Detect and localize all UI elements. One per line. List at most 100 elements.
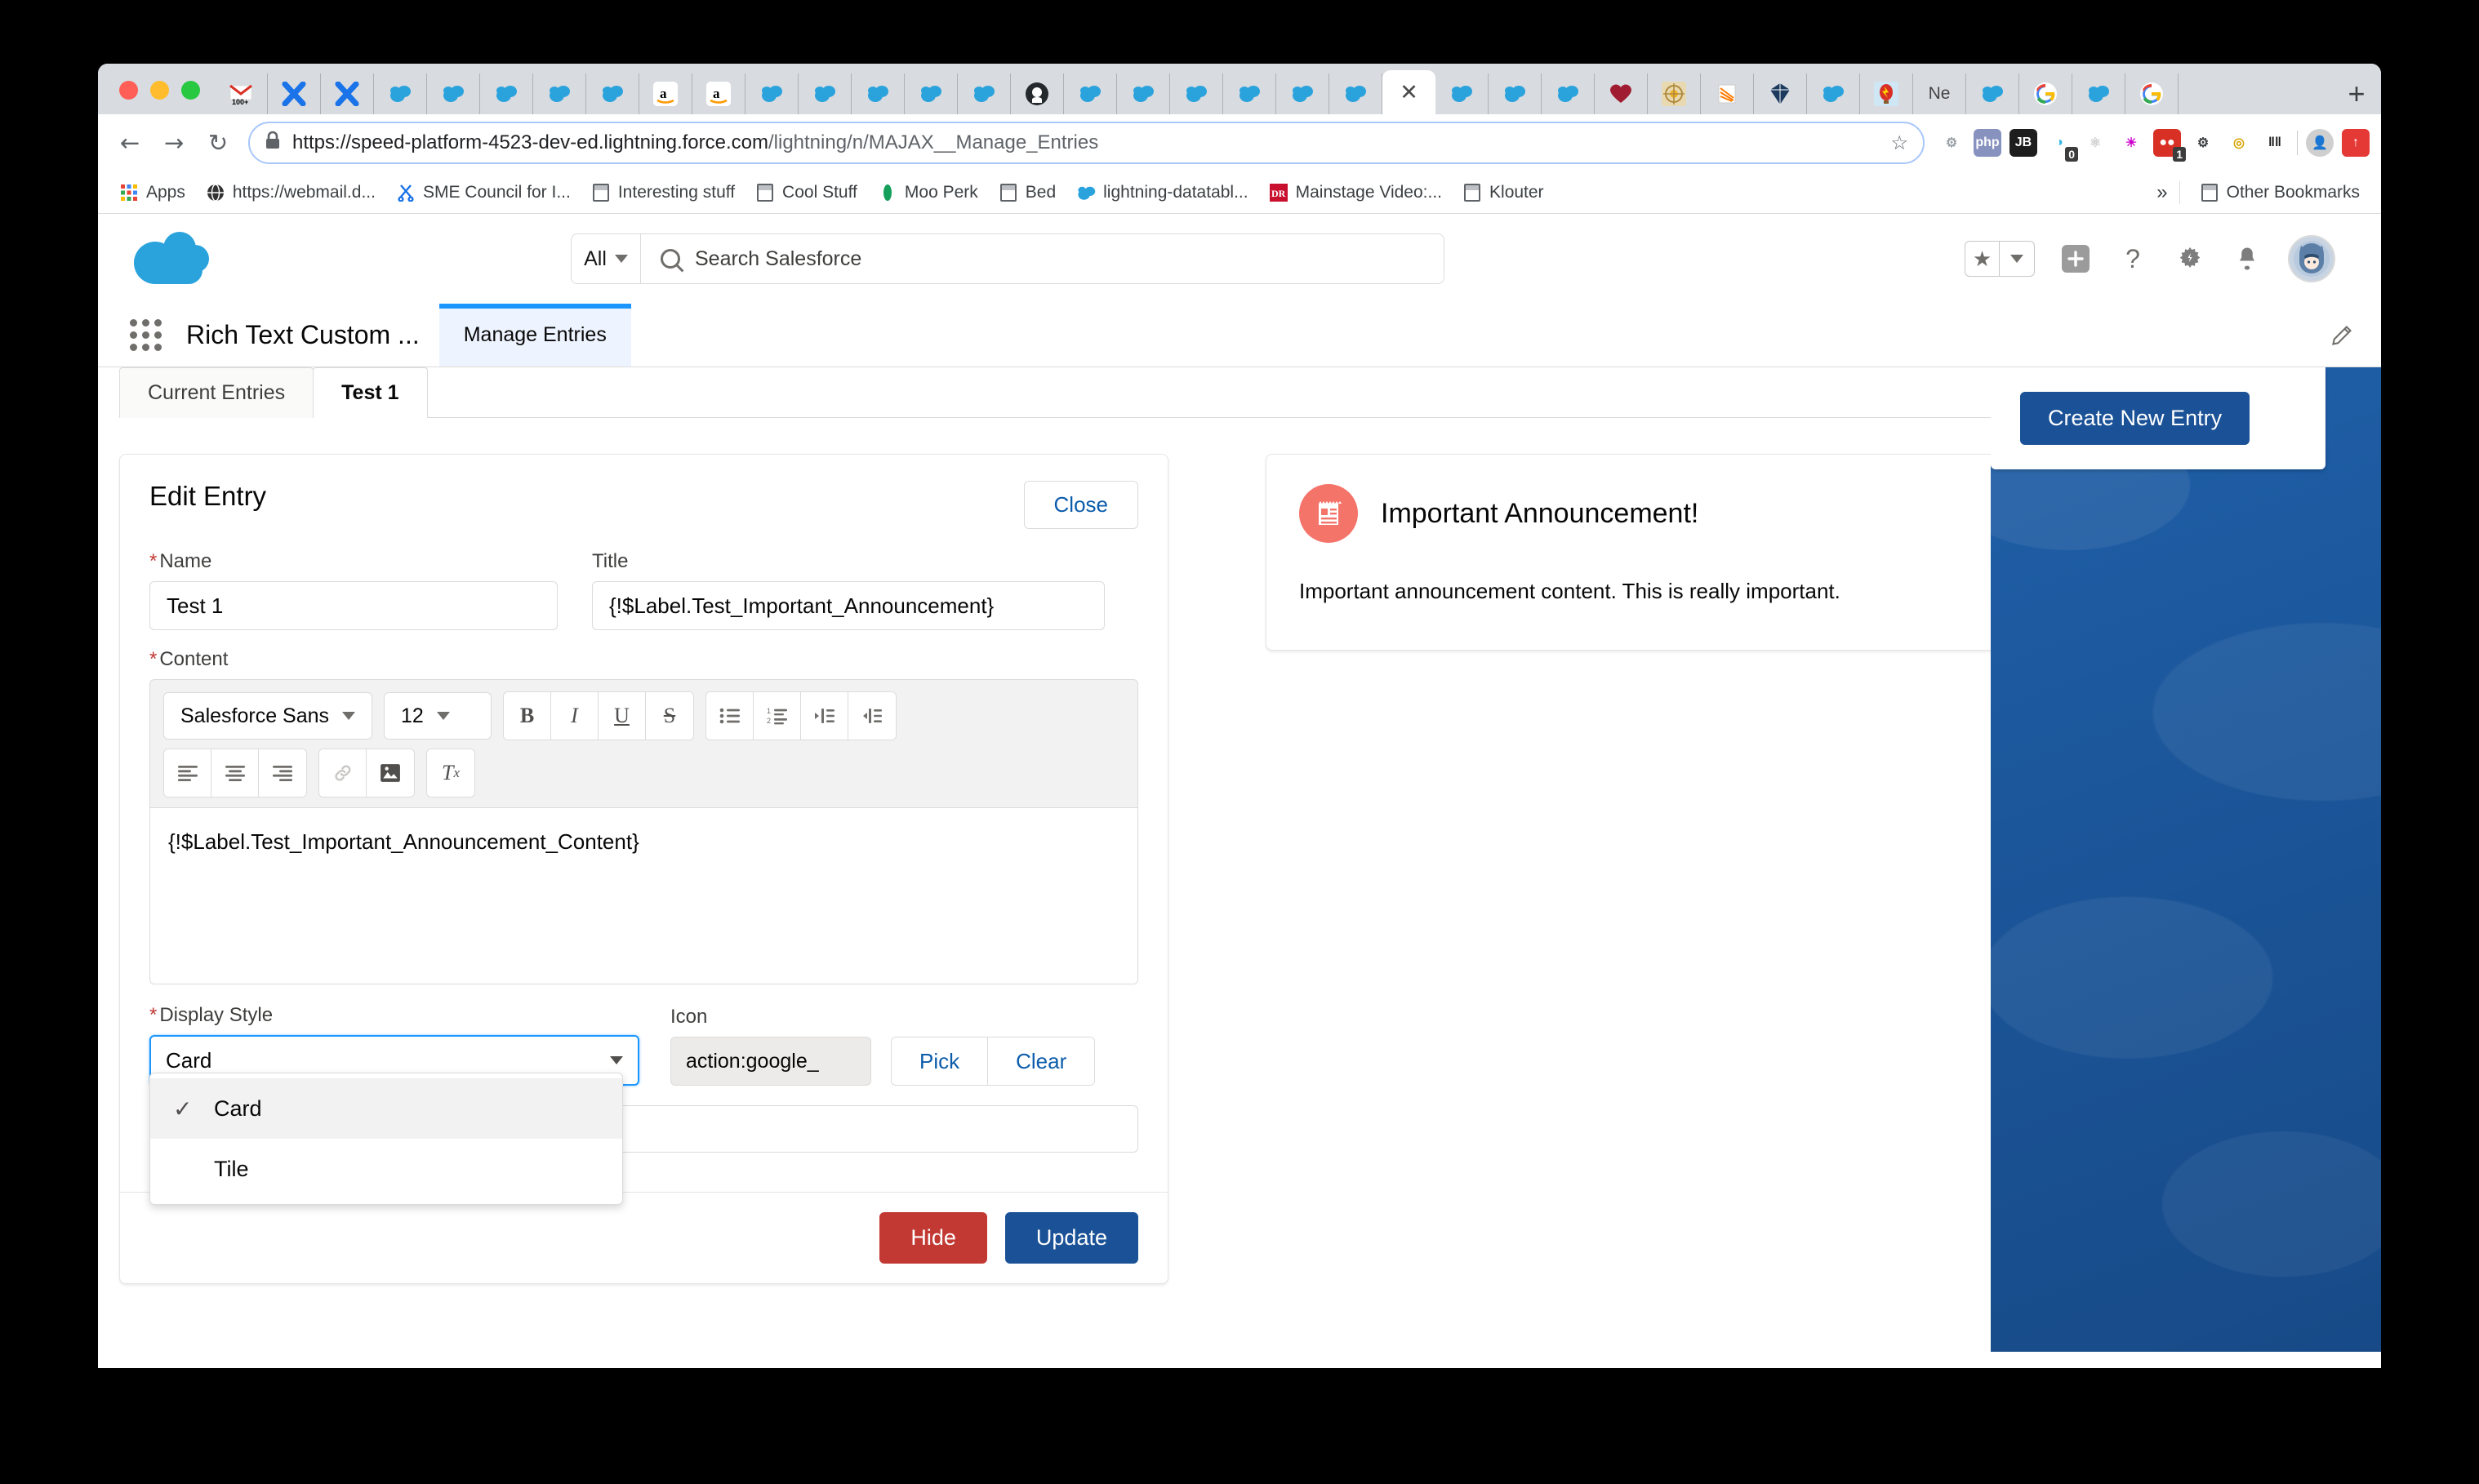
browser-tab[interactable] bbox=[745, 73, 799, 114]
browser-tab[interactable] bbox=[905, 73, 958, 114]
edit-pencil-icon[interactable] bbox=[2330, 304, 2381, 367]
target-extension-icon[interactable]: ◎ bbox=[2225, 129, 2253, 157]
create-new-entry-button[interactable]: Create New Entry bbox=[2020, 392, 2250, 445]
profile-avatar-icon[interactable]: 👤 bbox=[2306, 129, 2334, 157]
bookmark-item[interactable]: Klouter bbox=[1454, 179, 1552, 207]
browser-tab[interactable] bbox=[1807, 73, 1860, 114]
bookmark-item[interactable]: https://webmail.d... bbox=[198, 179, 384, 207]
browser-tab[interactable] bbox=[1701, 73, 1754, 114]
icon-input[interactable]: action:google_ bbox=[670, 1037, 871, 1086]
browser-tab[interactable]: a bbox=[639, 73, 692, 114]
browser-tab[interactable] bbox=[799, 73, 852, 114]
gear-dark-extension-icon[interactable]: ⚙ bbox=[2189, 129, 2217, 157]
new-tab-button[interactable]: + bbox=[2332, 73, 2381, 114]
browser-tab[interactable] bbox=[1489, 73, 1542, 114]
browser-tab[interactable] bbox=[586, 73, 639, 114]
bookmark-item[interactable]: Apps bbox=[111, 179, 194, 207]
browser-tab[interactable] bbox=[321, 73, 374, 114]
browser-tab[interactable] bbox=[533, 73, 586, 114]
numbered-list-icon[interactable]: 12 bbox=[754, 692, 801, 740]
browser-tab[interactable]: Ne bbox=[1913, 73, 1966, 114]
pick-icon-button[interactable]: Pick bbox=[892, 1037, 988, 1085]
display-style-option-card[interactable]: ✓ Card bbox=[150, 1078, 622, 1139]
browser-tabs[interactable]: 100+aa✕Ne bbox=[215, 64, 2332, 114]
title-input[interactable]: {!$Label.Test_Important_Announcement} bbox=[592, 581, 1105, 630]
salesforce-cloud-logo[interactable] bbox=[134, 230, 211, 287]
entry-tabs[interactable]: Current Entries Test 1 bbox=[98, 367, 1991, 418]
chevron-down-icon[interactable] bbox=[2000, 242, 2034, 276]
app-launcher-button[interactable] bbox=[122, 304, 168, 367]
browser-tab[interactable] bbox=[1117, 73, 1170, 114]
browser-tab[interactable] bbox=[427, 73, 480, 114]
bold-icon[interactable]: B bbox=[504, 692, 551, 740]
font-size-select[interactable]: 12 bbox=[384, 692, 492, 740]
browser-tab[interactable] bbox=[2019, 73, 2072, 114]
browser-tab[interactable]: a bbox=[692, 73, 745, 114]
bookmark-item[interactable]: Interesting stuff bbox=[583, 179, 743, 207]
gear-extension-icon[interactable]: ⚙ bbox=[1938, 129, 1965, 157]
notifications-bell-button[interactable] bbox=[2231, 242, 2263, 275]
content-editor-body[interactable]: {!$Label.Test_Important_Announcement_Con… bbox=[150, 807, 1137, 984]
browser-tab[interactable] bbox=[1966, 73, 2019, 114]
outdent-icon[interactable] bbox=[848, 692, 896, 740]
browser-tab[interactable] bbox=[480, 73, 533, 114]
waveform-extension-icon[interactable]: ‖‖ bbox=[2261, 129, 2289, 157]
maximize-window-button[interactable] bbox=[181, 81, 200, 100]
bookmarks-overflow-button[interactable]: » bbox=[2156, 181, 2167, 204]
display-style-option-tile[interactable]: Tile bbox=[150, 1139, 622, 1199]
browser-tab[interactable] bbox=[2125, 73, 2179, 114]
bookmark-item[interactable]: SME Council for I... bbox=[388, 179, 579, 207]
display-style-dropdown[interactable]: ✓ Card Tile bbox=[149, 1073, 623, 1205]
bookmark-star-icon[interactable]: ☆ bbox=[1890, 131, 1908, 155]
close-window-button[interactable] bbox=[119, 81, 138, 100]
reload-button[interactable]: ↻ bbox=[198, 122, 238, 163]
browser-tab[interactable] bbox=[1595, 73, 1648, 114]
bookmark-item[interactable]: Cool Stuff bbox=[747, 179, 866, 207]
browser-tab[interactable] bbox=[1860, 73, 1913, 114]
minimize-window-button[interactable] bbox=[150, 81, 169, 100]
extensions-toolbar[interactable]: ⚙phpJB◑0⚛☀●●1⚙◎‖‖👤↑ bbox=[1934, 129, 2370, 157]
php-extension-icon[interactable]: php bbox=[1974, 129, 2001, 157]
sub-tab-test-1[interactable]: Test 1 bbox=[313, 367, 427, 418]
font-family-select[interactable]: Salesforce Sans bbox=[163, 692, 372, 740]
back-button[interactable]: ← bbox=[109, 122, 150, 163]
setup-gear-button[interactable] bbox=[2174, 242, 2206, 275]
window-controls[interactable] bbox=[105, 81, 215, 114]
favorites-button[interactable]: ★ bbox=[1965, 241, 2035, 277]
browser-tab[interactable] bbox=[1648, 73, 1701, 114]
browser-tab[interactable] bbox=[1170, 73, 1223, 114]
align-center-icon[interactable] bbox=[211, 749, 259, 797]
browser-tab[interactable] bbox=[374, 73, 427, 114]
hide-button[interactable]: Hide bbox=[879, 1212, 987, 1264]
red-extension-icon[interactable]: ●●1 bbox=[2153, 129, 2181, 157]
browser-tab[interactable] bbox=[1223, 73, 1276, 114]
sub-tab-current-entries[interactable]: Current Entries bbox=[119, 367, 314, 418]
address-bar[interactable]: https://speed-platform-4523-dev-ed.light… bbox=[248, 122, 1925, 164]
global-search[interactable]: All Search Salesforce bbox=[571, 233, 1444, 284]
remove-formatting-icon[interactable]: Tx bbox=[427, 749, 474, 797]
browser-tab[interactable] bbox=[1542, 73, 1595, 114]
browser-tab[interactable]: 100+ bbox=[215, 73, 268, 114]
browser-tab[interactable] bbox=[1754, 73, 1807, 114]
browser-tab[interactable] bbox=[1329, 73, 1382, 114]
browser-tab[interactable] bbox=[1011, 73, 1064, 114]
bookmark-item[interactable]: DRMainstage Video:... bbox=[1261, 179, 1450, 207]
name-input[interactable]: Test 1 bbox=[149, 581, 558, 630]
align-right-icon[interactable] bbox=[259, 749, 306, 797]
help-button[interactable]: ? bbox=[2116, 242, 2149, 275]
link-icon[interactable] bbox=[319, 749, 367, 797]
browser-tab[interactable] bbox=[1435, 73, 1489, 114]
indent-icon[interactable] bbox=[801, 692, 848, 740]
jetbrains-extension-icon[interactable]: JB bbox=[2009, 129, 2037, 157]
bulleted-list-icon[interactable] bbox=[706, 692, 754, 740]
other-bookmarks-button[interactable]: Other Bookmarks bbox=[2192, 179, 2368, 207]
bookmarks-list[interactable]: Appshttps://webmail.d...SME Council for … bbox=[111, 179, 1552, 207]
strikethrough-icon[interactable]: S bbox=[646, 692, 693, 740]
browser-tab[interactable] bbox=[1276, 73, 1329, 114]
nav-tab-manage-entries[interactable]: Manage Entries bbox=[439, 304, 631, 367]
image-icon[interactable] bbox=[367, 749, 414, 797]
ghostery-extension-icon[interactable]: ◑0 bbox=[2045, 129, 2073, 157]
react-devtools-extension-icon[interactable]: ⚛ bbox=[2081, 129, 2109, 157]
close-button[interactable]: Close bbox=[1024, 481, 1138, 529]
browser-tab[interactable] bbox=[268, 73, 321, 114]
